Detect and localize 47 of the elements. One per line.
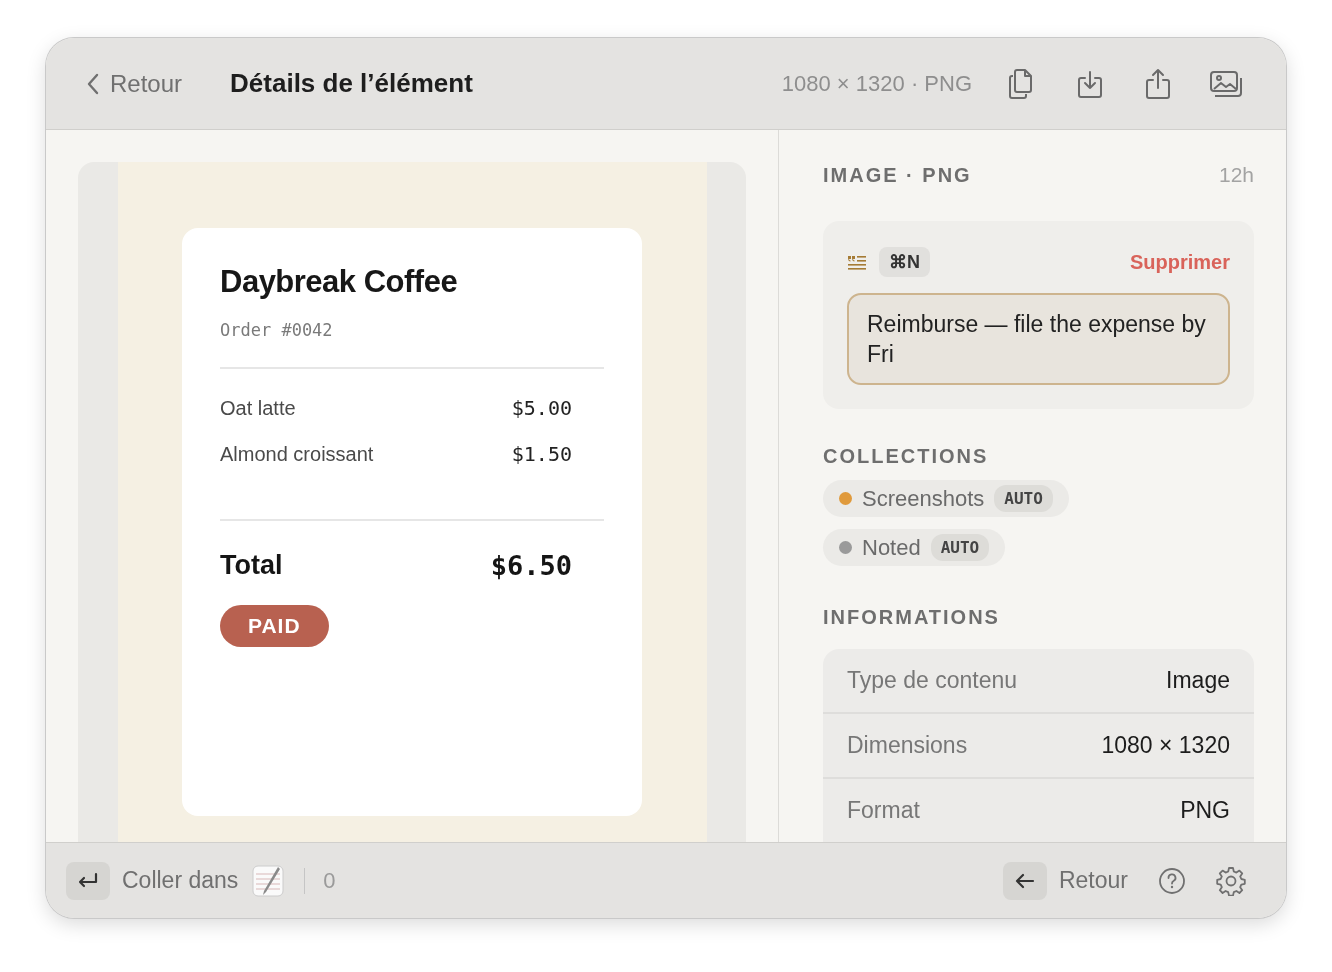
section-heading: INFORMATIONS bbox=[823, 606, 1000, 629]
info-value: PNG bbox=[1180, 797, 1230, 824]
info-value: Image bbox=[1166, 667, 1230, 694]
auto-tag: AUTO bbox=[994, 485, 1053, 512]
help-icon bbox=[1158, 866, 1186, 895]
collection-name: Noted bbox=[862, 534, 921, 561]
photos-icon bbox=[1209, 69, 1243, 98]
item-price: $5.00 bbox=[511, 396, 572, 420]
collection-chip[interactable]: Noted AUTO bbox=[823, 529, 1006, 566]
back-label: Retour bbox=[1058, 867, 1128, 894]
back-key-button[interactable] bbox=[1002, 861, 1047, 900]
note-field[interactable]: Reimburse — file the expense by Fri bbox=[847, 293, 1230, 385]
info-label: Format bbox=[847, 797, 920, 824]
item-price: $1.50 bbox=[511, 442, 572, 466]
total-label: Total bbox=[220, 549, 283, 581]
info-label: Type de contenu bbox=[847, 667, 1018, 694]
chevron-left-icon bbox=[86, 72, 100, 95]
total-amount: $6.50 bbox=[490, 549, 572, 581]
timestamp: 12h bbox=[1218, 163, 1254, 187]
notepad-icon bbox=[250, 862, 287, 899]
file-info: 1080 × 1320 · PNG bbox=[781, 70, 972, 97]
section-heading: COLLECTIONS bbox=[823, 445, 989, 468]
item-count: 0 bbox=[323, 867, 336, 894]
quote-lines-icon bbox=[847, 253, 867, 271]
settings-button[interactable] bbox=[1216, 865, 1246, 896]
paste-key-button[interactable] bbox=[66, 861, 110, 900]
item-name: Almond croissant bbox=[220, 442, 374, 466]
arrow-left-icon bbox=[1013, 871, 1036, 890]
settings-icon bbox=[1216, 865, 1246, 896]
order-number: Order #0042 bbox=[220, 320, 333, 340]
paste-label: Coller dans bbox=[122, 867, 239, 894]
collection-name: Screenshots bbox=[862, 485, 985, 512]
shop-name: Daybreak Coffee bbox=[220, 264, 458, 300]
window-title: Détails de l’élément bbox=[230, 68, 473, 99]
section-heading: IMAGE · PNG bbox=[823, 163, 972, 187]
collection-chip[interactable]: Screenshots AUTO bbox=[823, 480, 1069, 517]
info-value: 1080 × 1320 bbox=[1101, 732, 1230, 759]
info-label: Dimensions bbox=[847, 732, 968, 759]
auto-tag: AUTO bbox=[930, 534, 990, 561]
shortcut-badge: ⌘N bbox=[879, 247, 930, 277]
item-name: Oat latte bbox=[220, 396, 296, 420]
download-icon bbox=[1077, 68, 1103, 99]
help-button[interactable] bbox=[1158, 866, 1186, 895]
status-badge: PAID bbox=[220, 605, 329, 647]
return-icon bbox=[77, 871, 99, 890]
back-button[interactable]: Retour bbox=[86, 69, 183, 98]
share-icon bbox=[1145, 67, 1171, 100]
